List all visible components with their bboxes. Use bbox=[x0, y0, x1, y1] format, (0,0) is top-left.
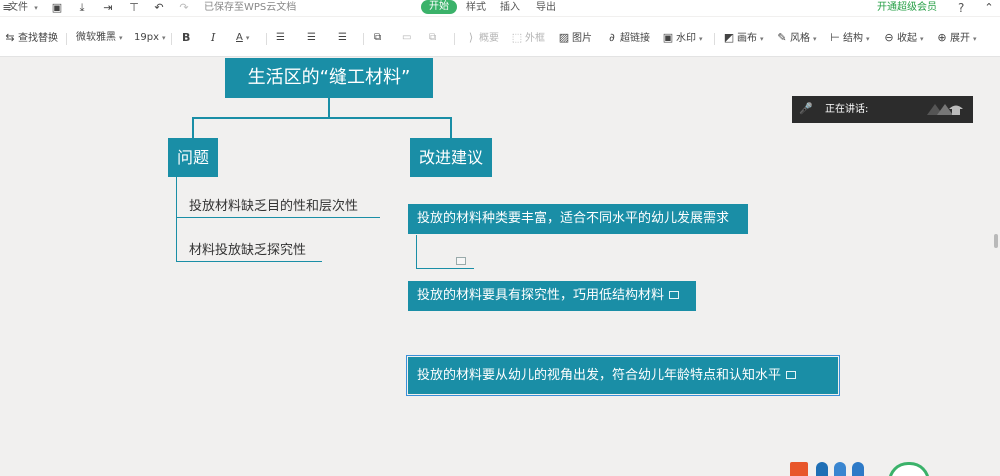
structure-button[interactable]: ⊢ 结构 ▾ bbox=[829, 29, 869, 47]
align-right-icon[interactable]: ☰ bbox=[338, 29, 347, 47]
connector bbox=[328, 98, 330, 118]
image-button[interactable]: ▨ 图片 bbox=[558, 29, 592, 47]
subtopic-icon[interactable]: ⧉ bbox=[374, 29, 381, 47]
expand-icon: ⊕ bbox=[937, 31, 947, 44]
app-icon[interactable] bbox=[790, 462, 808, 476]
sibling-topic-icon[interactable]: ▭ bbox=[402, 29, 411, 47]
connector bbox=[192, 117, 452, 119]
collapse-icon: ⊖ bbox=[884, 31, 894, 44]
watermark-button[interactable]: ▣ 水印 ▾ bbox=[662, 29, 703, 47]
save-icon[interactable]: ▣ bbox=[50, 1, 64, 15]
subtopic-underline bbox=[176, 217, 380, 218]
collapse-ribbon-icon[interactable]: ⌃ bbox=[982, 1, 996, 15]
divider bbox=[454, 33, 455, 45]
tool-icon[interactable] bbox=[834, 462, 846, 476]
canvas-icon: ◩ bbox=[723, 31, 735, 44]
collapse-button[interactable]: ⊖ 收起 ▾ bbox=[883, 29, 923, 47]
summary-icon: ⟩ bbox=[468, 31, 474, 44]
zoom-widget[interactable] bbox=[888, 462, 930, 476]
tab-start[interactable]: 开始 bbox=[421, 0, 457, 14]
divider bbox=[266, 33, 267, 45]
connector bbox=[176, 176, 177, 262]
style-button[interactable]: ✎ 风格 ▾ bbox=[776, 29, 816, 47]
redo-icon[interactable]: ↷ bbox=[177, 1, 191, 15]
suggestion-topic-1[interactable]: 投放的材料种类要丰富，适合不同水平的幼儿发展需求 bbox=[408, 204, 748, 234]
divider bbox=[171, 33, 172, 45]
style-icon: ✎ bbox=[777, 31, 787, 44]
divider bbox=[714, 33, 715, 45]
audio-wave-icon bbox=[927, 104, 963, 115]
outer-frame-button[interactable]: ⬚ 外框 bbox=[511, 29, 545, 47]
find-replace-button[interactable]: ⇆ 查找替换 bbox=[4, 29, 58, 47]
root-topic[interactable]: 生活区的“缝工材料” bbox=[225, 58, 433, 98]
note-icon[interactable] bbox=[456, 257, 466, 265]
find-replace-icon: ⇆ bbox=[5, 31, 15, 44]
tab-insert[interactable]: 插入 bbox=[500, 1, 520, 15]
expand-button[interactable]: ⊕ 展开 ▾ bbox=[936, 29, 976, 47]
font-size-select[interactable]: 19px ▾ bbox=[134, 29, 166, 47]
branch-suggestions[interactable]: 改进建议 bbox=[410, 138, 492, 177]
italic-button[interactable]: I bbox=[211, 29, 215, 47]
parent-topic-icon[interactable]: ⧉ bbox=[429, 29, 436, 47]
tab-style[interactable]: 样式 bbox=[466, 1, 486, 15]
watermark-icon: ▣ bbox=[662, 31, 674, 44]
export-icon[interactable]: ⇥ bbox=[101, 1, 115, 15]
tool-icon[interactable] bbox=[816, 462, 828, 476]
frame-icon: ⬚ bbox=[511, 31, 523, 44]
help-icon[interactable]: ? bbox=[958, 1, 964, 15]
connector bbox=[450, 117, 452, 138]
download-icon[interactable]: ⤓ bbox=[75, 1, 89, 15]
microphone-icon: 🎤 bbox=[799, 102, 813, 115]
link-icon: ∂ bbox=[609, 31, 615, 44]
branch-problems[interactable]: 问题 bbox=[168, 138, 218, 177]
file-menu[interactable]: 文件 ▾ bbox=[8, 1, 38, 15]
canvas-button[interactable]: ◩ 画布 ▾ bbox=[723, 29, 764, 47]
connector bbox=[192, 117, 194, 138]
undo-icon[interactable]: ↶ bbox=[152, 1, 166, 15]
subtopic-problem-2[interactable]: 材料投放缺乏探究性 bbox=[189, 242, 306, 260]
font-family-select[interactable]: 微软雅黑 ▾ bbox=[76, 29, 123, 47]
structure-icon: ⊢ bbox=[830, 31, 840, 44]
summary-button[interactable]: ⟩ 概要 bbox=[465, 29, 499, 47]
save-status: 已保存至WPS云文档 bbox=[204, 2, 297, 13]
suggestion-topic-2[interactable]: 投放的材料要具有探究性，巧用低结构材料 bbox=[408, 281, 696, 311]
format-painter-icon[interactable]: ⊤ bbox=[127, 1, 141, 15]
bold-button[interactable]: B bbox=[182, 29, 190, 47]
connector bbox=[416, 268, 474, 269]
align-left-icon[interactable]: ☰ bbox=[276, 29, 285, 47]
divider bbox=[363, 33, 364, 45]
tab-export[interactable]: 导出 bbox=[536, 1, 556, 15]
vertical-scrollbar-thumb[interactable] bbox=[994, 234, 998, 248]
align-center-icon[interactable]: ☰ bbox=[307, 29, 316, 47]
speaking-indicator: 🎤 正在讲话: bbox=[792, 96, 973, 123]
vip-link[interactable]: 开通超级会员 bbox=[877, 1, 937, 15]
divider bbox=[66, 33, 67, 45]
font-color-button[interactable]: A ▾ bbox=[236, 29, 249, 47]
image-icon: ▨ bbox=[558, 31, 570, 44]
subtopic-problem-1[interactable]: 投放材料缺乏目的性和层次性 bbox=[189, 198, 358, 216]
note-icon[interactable] bbox=[669, 290, 680, 299]
connector bbox=[416, 235, 417, 269]
speaking-label: 正在讲话: bbox=[825, 104, 869, 115]
toolbar: ⇆ 查找替换 微软雅黑 ▾ 19px ▾ B I A ▾ ☰ ☰ ☰ ⧉ ▭ ⧉ ⟩ 概要… bbox=[0, 17, 1000, 57]
tool-icon[interactable] bbox=[852, 462, 864, 476]
note-icon[interactable] bbox=[786, 370, 797, 379]
menu-bar: ≡ 文件 ▾ ▣ ⤓ ⇥ ⊤ ↶ ↷ 已保存至WPS云文档 开始 样式 插入 导… bbox=[0, 0, 1000, 16]
suggestion-topic-3[interactable]: 投放的材料要从幼儿的视角出发，符合幼儿年龄特点和认知水平 bbox=[408, 357, 838, 394]
subtopic-underline bbox=[176, 261, 322, 262]
hyperlink-button[interactable]: ∂ 超链接 bbox=[606, 29, 650, 47]
